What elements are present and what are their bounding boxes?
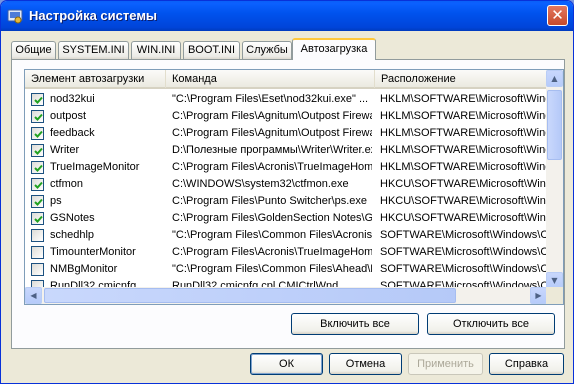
list-rows: nod32kui "C:\Program Files\Eset\nod32kui.… <box>25 91 547 295</box>
startup-item-command: "C:\Program Files\Eset\nod32kui.exe" ... <box>172 93 369 105</box>
startup-item-location: HKCU\SOFTWARE\Microsoft\Windows\CurrentV… <box>380 212 547 224</box>
enable-checkbox[interactable] <box>31 93 44 106</box>
apply-button[interactable]: Применить <box>408 353 483 375</box>
startup-item-location: SOFTWARE\Microsoft\Windows\CurrentVersio… <box>380 263 547 275</box>
tab-general[interactable]: Общие <box>11 41 56 60</box>
list-header: Элемент автозагрузки Команда Расположени… <box>25 70 547 89</box>
startup-item-location: SOFTWARE\Microsoft\Windows\CurrentVersio… <box>380 229 547 241</box>
list-item[interactable]: ps C:\Program Files\Punto Switcher\ps.exe… <box>25 193 547 210</box>
disable-all-button[interactable]: Отключить все <box>427 313 555 335</box>
enable-checkbox[interactable] <box>31 144 44 157</box>
startup-item-name: TimounterMonitor <box>50 246 136 258</box>
startup-item-location: SOFTWARE\Microsoft\Windows\CurrentVersio… <box>380 246 547 258</box>
enable-checkbox[interactable] <box>31 127 44 140</box>
startup-item-location: HKLM\SOFTWARE\Microsoft\Windows\CurrentV… <box>380 127 547 139</box>
column-header-item[interactable]: Элемент автозагрузки <box>25 70 166 88</box>
startup-item-location: HKCU\SOFTWARE\Microsoft\Windows\CurrentV… <box>380 195 547 207</box>
startup-item-location: HKLM\SOFTWARE\Microsoft\Windows\CurrentV… <box>380 93 547 105</box>
tab-win-ini[interactable]: WIN.INI <box>131 41 181 60</box>
list-item[interactable]: TimounterMonitor C:\Program Files\Acronis… <box>25 244 547 261</box>
column-header-location[interactable]: Расположение <box>375 70 547 88</box>
scroll-left-button[interactable]: ◀ <box>25 287 42 304</box>
enable-checkbox[interactable] <box>31 110 44 123</box>
startup-item-location: HKLM\SOFTWARE\Microsoft\Windows\CurrentV… <box>380 161 547 173</box>
list-item[interactable]: Writer D:\Полезные программы\Writer\Write… <box>25 142 547 159</box>
checkmark-icon <box>34 130 43 138</box>
close-button[interactable]: ✕ <box>547 5 568 26</box>
enable-checkbox[interactable] <box>31 161 44 174</box>
tab-services[interactable]: Службы <box>242 41 292 60</box>
cancel-button[interactable]: Отмена <box>329 353 402 375</box>
startup-item-command: C:\Program Files\Agnitum\Outpost Firewal… <box>172 110 372 122</box>
window-title: Настройка системы <box>29 8 158 23</box>
checkmark-icon <box>34 181 43 189</box>
startup-item-name: feedback <box>50 127 95 139</box>
close-icon: ✕ <box>551 6 564 24</box>
list-item[interactable]: schedhlp "C:\Program Files\Common Files\A… <box>25 227 547 244</box>
startup-item-command: C:\Program Files\Agnitum\Outpost Firewal… <box>172 127 372 139</box>
startup-item-command: "C:\Program Files\Common Files\Acronis\S… <box>172 229 372 241</box>
checkmark-icon <box>34 113 43 121</box>
list-item[interactable]: ctfmon C:\WINDOWS\system32\ctfmon.exe HKCU… <box>25 176 547 193</box>
startup-item-name: GSNotes <box>50 212 95 224</box>
ok-button[interactable]: ОК <box>250 353 323 375</box>
enable-checkbox[interactable] <box>31 229 44 242</box>
title-bar[interactable]: Настройка системы ✕ <box>1 1 573 31</box>
list-item[interactable]: nod32kui "C:\Program Files\Eset\nod32kui.… <box>25 91 547 108</box>
msconfig-icon <box>7 8 23 24</box>
enable-checkbox[interactable] <box>31 195 44 208</box>
startup-item-name: nod32kui <box>50 93 95 105</box>
startup-item-command: C:\Program Files\GoldenSection Notes\GSN… <box>172 212 372 224</box>
checkmark-icon <box>34 215 43 223</box>
vertical-scrollbar[interactable]: ▲ ▼ <box>546 70 563 289</box>
enable-all-button[interactable]: Включить все <box>291 313 419 335</box>
startup-item-name: TrueImageMonitor <box>50 161 140 173</box>
startup-item-name: ps <box>50 195 62 207</box>
tab-startup[interactable]: Автозагрузка <box>292 38 376 60</box>
startup-item-name: outpost <box>50 110 87 122</box>
startup-item-command: "C:\Program Files\Common Files\Ahead\Lib… <box>172 263 372 275</box>
startup-item-name: ctfmon <box>50 178 84 190</box>
startup-item-name: schedhlp <box>50 229 95 241</box>
list-item[interactable]: feedback C:\Program Files\Agnitum\Outpost… <box>25 125 547 142</box>
enable-checkbox[interactable] <box>31 263 44 276</box>
startup-tab-panel: Элемент автозагрузки Команда Расположени… <box>11 59 565 349</box>
enable-checkbox[interactable] <box>31 212 44 225</box>
startup-item-location: HKCU\SOFTWARE\Microsoft\Windows\CurrentV… <box>380 178 547 190</box>
list-item[interactable]: GSNotes C:\Program Files\GoldenSection No… <box>25 210 547 227</box>
tab-system-ini[interactable]: SYSTEM.INI <box>58 41 129 60</box>
tab-boot-ini[interactable]: BOOT.INI <box>183 41 240 60</box>
startup-item-location: HKLM\SOFTWARE\Microsoft\Windows\CurrentV… <box>380 144 547 156</box>
enable-checkbox[interactable] <box>31 178 44 191</box>
horizontal-scrollbar[interactable]: ◀ ▶ <box>25 287 547 304</box>
checkmark-icon <box>34 147 43 155</box>
startup-item-command: D:\Полезные программы\Writer\Writer.exe <box>172 144 372 156</box>
column-header-command[interactable]: Команда <box>166 70 375 88</box>
checkmark-icon <box>34 164 43 172</box>
startup-item-location: HKLM\SOFTWARE\Microsoft\Windows\CurrentV… <box>380 110 547 122</box>
system-config-window: Настройка системы ✕ Общие SYSTEM.INI WIN… <box>0 0 574 384</box>
checkmark-icon <box>34 198 43 206</box>
list-item[interactable]: NMBgMonitor "C:\Program Files\Common File… <box>25 261 547 278</box>
help-button[interactable]: Справка <box>489 353 564 375</box>
enable-checkbox[interactable] <box>31 246 44 259</box>
startup-item-name: Writer <box>50 144 80 156</box>
scrollbar-corner <box>546 287 563 304</box>
startup-item-name: NMBgMonitor <box>50 263 118 275</box>
startup-item-command: C:\Program Files\Acronis\TrueImageHome\T… <box>172 161 372 173</box>
startup-item-command: C:\Program Files\Punto Switcher\ps.exe <box>172 195 368 207</box>
startup-item-command: C:\Program Files\Acronis\TrueImageHome\T… <box>172 246 372 258</box>
startup-list[interactable]: Элемент автозагрузки Команда Расположени… <box>24 69 564 305</box>
horizontal-scroll-thumb[interactable] <box>44 288 456 303</box>
startup-item-command: C:\WINDOWS\system32\ctfmon.exe <box>172 178 349 190</box>
list-item[interactable]: outpost C:\Program Files\Agnitum\Outpost … <box>25 108 547 125</box>
checkmark-icon <box>34 96 43 104</box>
vertical-scroll-thumb[interactable] <box>547 90 562 160</box>
list-item[interactable]: TrueImageMonitor C:\Program Files\Acronis… <box>25 159 547 176</box>
scroll-up-button[interactable]: ▲ <box>546 70 563 87</box>
scroll-right-button[interactable]: ▶ <box>530 287 547 304</box>
